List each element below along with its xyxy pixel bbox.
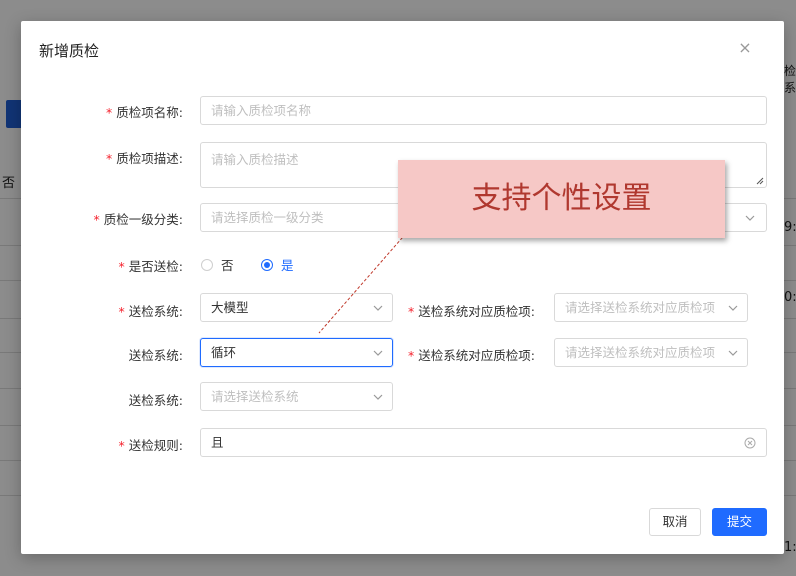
annotation-pointer-line xyxy=(318,229,410,334)
annotation-callout: 支持个性设置 xyxy=(398,160,725,238)
